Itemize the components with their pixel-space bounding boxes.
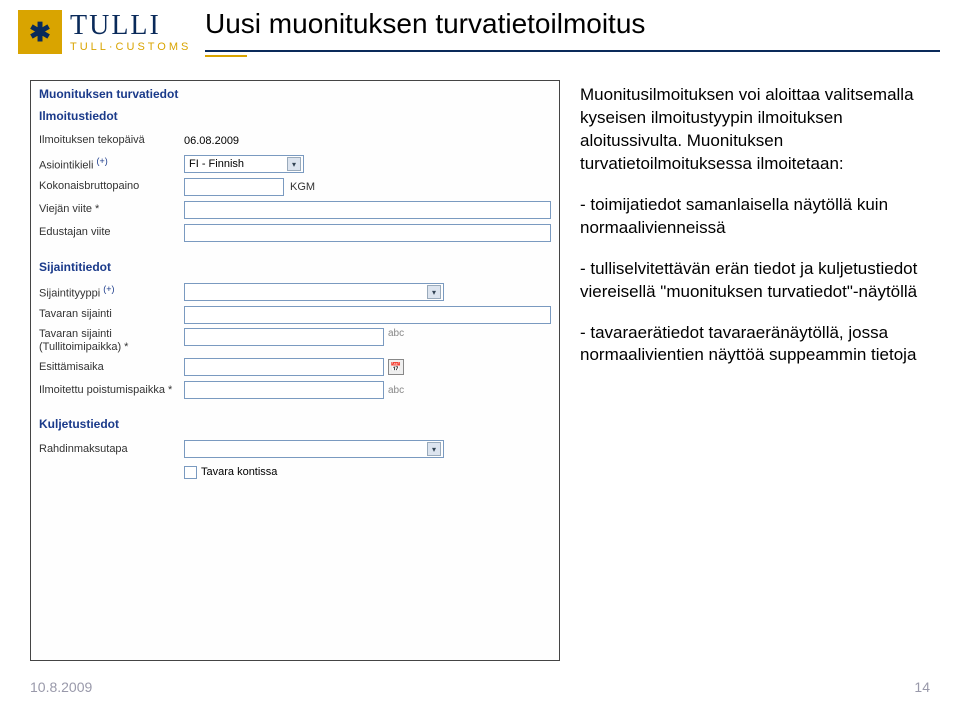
input-tavaran-sijainti[interactable] [184,306,551,324]
unit-bruttopaino: KGM [290,181,315,193]
row-sijaintityyppi: Sijaintityyppi (+) ▾ [39,282,551,302]
row-viejan: Viejän viite * [39,200,551,220]
input-edustajan[interactable] [184,224,551,242]
abc-hint-icon: abc [388,328,404,339]
select-asiointikieli-value: FI - Finnish [189,158,244,170]
logo-mark-icon: ✱ [18,10,62,54]
side-b2: - tulliselvitettävän erän tiedot ja kulj… [580,258,930,304]
footer: 10.8.2009 14 [30,679,930,695]
label-edustajan: Edustajan viite [39,226,184,239]
calendar-icon[interactable]: 📅 [388,359,404,375]
row-poistumis: Ilmoitettu poistumispaikka * abc [39,380,551,400]
title-area: Uusi muonituksen turvatietoilmoitus [205,8,940,57]
logo-text: TULLI TULL·CUSTOMS [70,12,191,53]
chevron-down-icon: ▾ [287,157,301,171]
row-kontti: Tavara kontissa [39,462,551,482]
label-tullitoimi: Tavaran sijainti (Tullitoimipaikka) * [39,328,184,354]
footer-page: 14 [914,679,930,695]
row-rahdin: Rahdinmaksutapa ▾ [39,439,551,459]
input-esittamis[interactable] [184,358,384,376]
input-viejan[interactable] [184,201,551,219]
row-tullitoimi: Tavaran sijainti (Tullitoimipaikka) * ab… [39,328,551,354]
side-b1: - toimijatiedot samanlaisella näytöllä k… [580,194,930,240]
side-p1: Muonitusilmoituksen voi aloittaa valitse… [580,84,930,176]
abc-hint-icon: abc [388,385,404,396]
label-bruttopaino: Kokonaisbruttopaino [39,180,184,193]
label-tavaran-sijainti: Tavaran sijainti [39,308,184,321]
side-b3: - tavaraerätiedot tavaraeränäytöllä, jos… [580,322,930,368]
chevron-down-icon: ▾ [427,442,441,456]
logo-main: TULLI [70,12,191,40]
select-sijaintityyppi[interactable]: ▾ [184,283,444,301]
input-poistumis[interactable] [184,381,384,399]
row-tekopaiva: Ilmoituksen tekopäivä 06.08.2009 [39,131,551,151]
section-sijainti-title: Sijaintitiedot [39,260,551,274]
label-asiointikieli: Asiointikieli (+) [39,156,184,173]
form-heading: Muonituksen turvatiedot [39,87,551,101]
title-accent [205,55,247,57]
select-rahdin[interactable]: ▾ [184,440,444,458]
label-rahdin: Rahdinmaksutapa [39,443,184,456]
side-text: Muonitusilmoituksen voi aloittaa valitse… [580,80,930,661]
label-tekopaiva: Ilmoituksen tekopäivä [39,134,184,147]
select-asiointikieli[interactable]: FI - Finnish ▾ [184,155,304,173]
logo: ✱ TULLI TULL·CUSTOMS [18,10,191,54]
label-sijaintityyppi: Sijaintityyppi (+) [39,284,184,301]
label-kontti: Tavara kontissa [201,466,277,478]
title-rule [205,50,940,52]
input-tullitoimi[interactable] [184,328,384,346]
row-esittamis: Esittämisaika 📅 [39,357,551,377]
section-ilmoitus-title: Ilmoitustiedot [39,109,551,123]
page-title: Uusi muonituksen turvatietoilmoitus [205,8,940,40]
row-asiointikieli: Asiointikieli (+) FI - Finnish ▾ [39,154,551,174]
row-bruttopaino: Kokonaisbruttopaino KGM [39,177,551,197]
input-bruttopaino[interactable] [184,178,284,196]
form-panel: Muonituksen turvatiedot Ilmoitustiedot I… [30,80,560,661]
label-poistumis: Ilmoitettu poistumispaikka * [39,384,184,397]
row-edustajan: Edustajan viite [39,223,551,243]
label-viejan: Viejän viite * [39,203,184,216]
checkbox-kontti[interactable] [184,466,197,479]
chevron-down-icon: ▾ [427,285,441,299]
row-tavaran-sijainti: Tavaran sijainti [39,305,551,325]
logo-sub: TULL·CUSTOMS [70,42,191,53]
section-kuljetus-title: Kuljetustiedot [39,417,551,431]
value-tekopaiva: 06.08.2009 [184,135,239,147]
footer-date: 10.8.2009 [30,679,92,695]
label-esittamis: Esittämisaika [39,361,184,374]
